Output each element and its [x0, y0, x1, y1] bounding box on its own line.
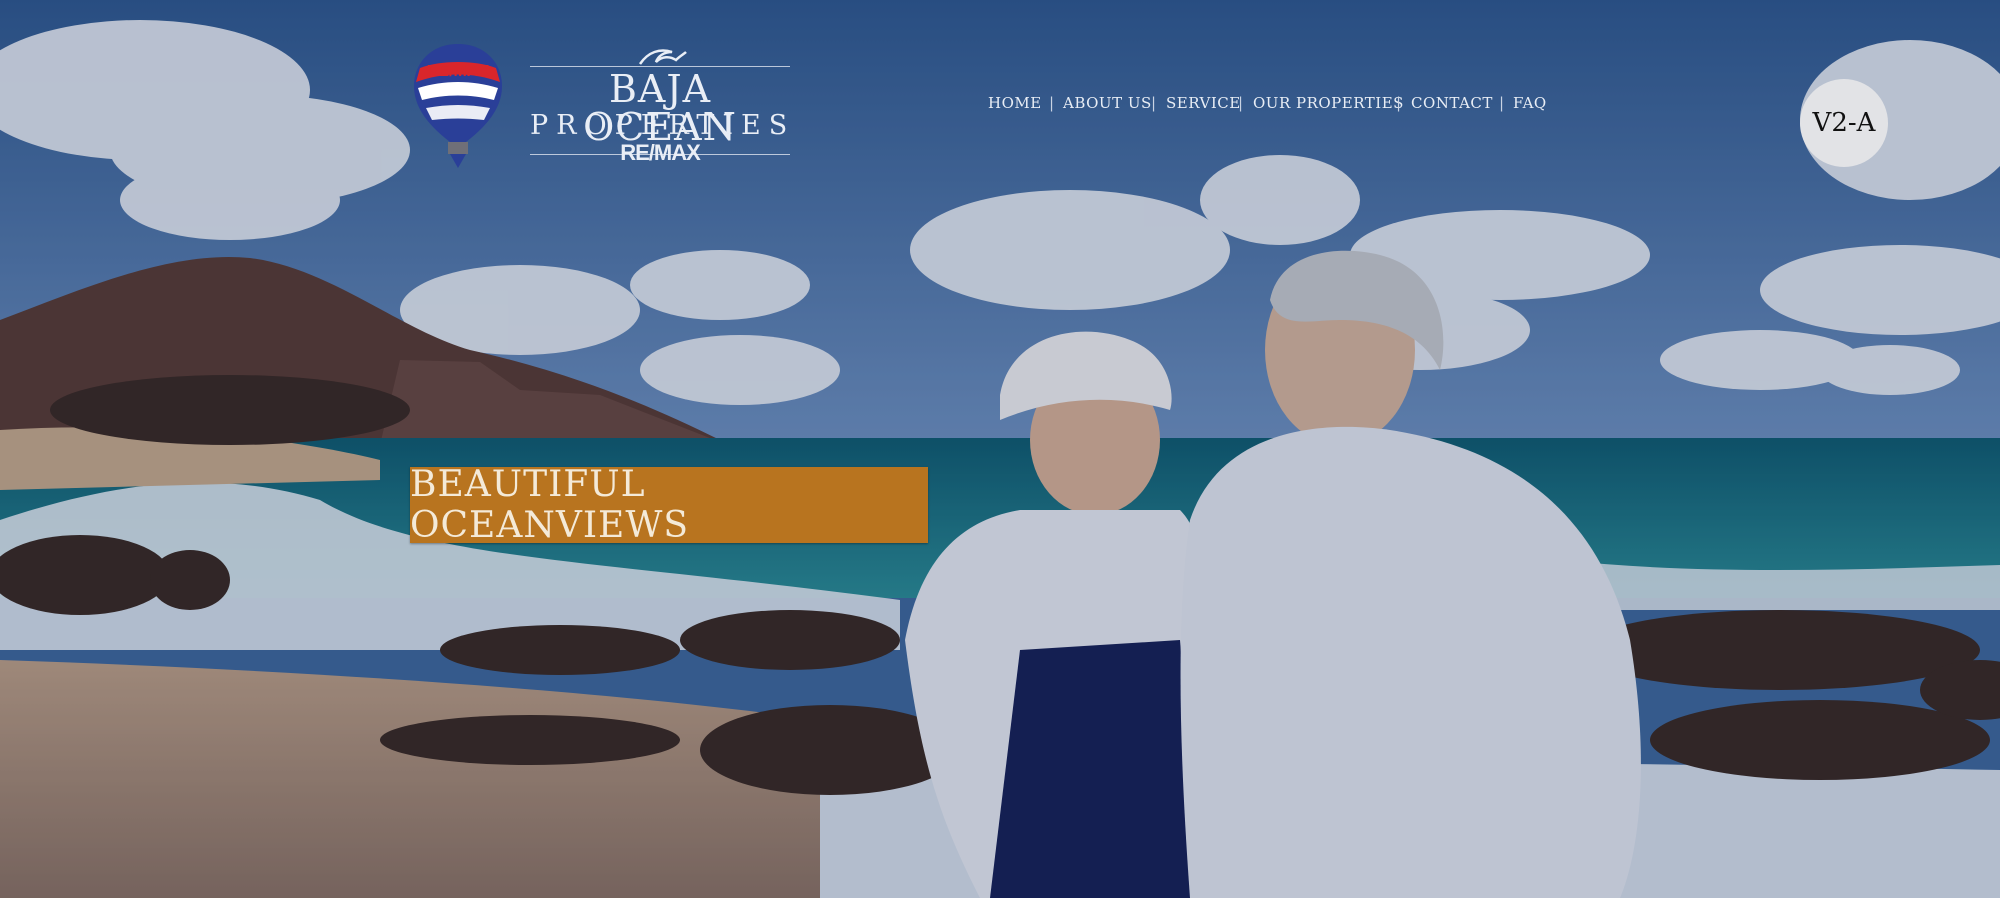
brand-subtitle: PROPERTIES [530, 110, 796, 141]
nav-service[interactable]: SERVICE [1166, 94, 1241, 112]
balloon-text: RE/MAX [427, 63, 490, 80]
version-badge: V2-A [1800, 79, 1888, 167]
nav-home[interactable]: HOME [988, 94, 1042, 112]
nav-about-us[interactable]: ABOUT US [1063, 94, 1152, 112]
wave-icon [638, 49, 687, 65]
remax-balloon-logo[interactable]: RE/MAX [410, 42, 506, 170]
nav-faq[interactable]: FAQ [1513, 94, 1547, 112]
hero-headline-banner: BEAUTIFUL OCEANVIEWS [410, 464, 928, 546]
nav-our-properties[interactable]: OUR PROPERTIES [1253, 94, 1404, 112]
brand-remax: RE/MAX [620, 140, 701, 165]
nav-separator: | [1151, 94, 1157, 112]
main-nav: HOME | ABOUT US | SERVICE | OUR PROPERTI… [988, 94, 1548, 118]
nav-separator: | [1049, 94, 1055, 112]
nav-separator: | [1238, 94, 1244, 112]
site-header: RE/MAX BAJA OCEAN PROPERTIES RE/MAX HOME… [0, 0, 2000, 180]
nav-separator: | [1499, 94, 1505, 112]
brand-logo[interactable]: BAJA OCEAN PROPERTIES RE/MAX [530, 46, 790, 166]
nav-contact[interactable]: CONTACT [1411, 94, 1493, 112]
nav-separator: | [1396, 94, 1402, 112]
